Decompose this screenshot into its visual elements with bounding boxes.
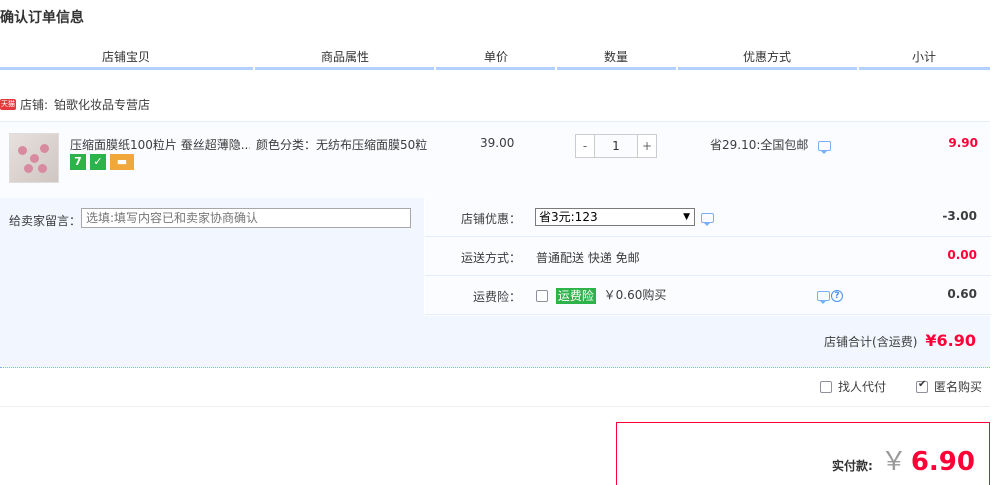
product-attribute: 颜色分类：无纺布压缩面膜50粒 (256, 138, 428, 152)
product-title-link[interactable]: 压缩面膜纸100粒片 蚕丝超薄隐... (70, 136, 250, 153)
divider (0, 406, 990, 407)
chat-bubble-icon[interactable] (818, 140, 832, 154)
shop-name-link[interactable]: 铂歌化妆品专营店 (54, 96, 150, 113)
proxy-pay-option[interactable]: 找人代付 (819, 378, 886, 395)
anonymous-label: 匿名购买 (933, 380, 982, 394)
seven-day-return-icon[interactable]: 7 (70, 154, 86, 170)
insurance-option: 运费险 ￥0.60购买 (536, 286, 666, 304)
quantity-stepper: - 1 + (575, 134, 657, 158)
coupon-label: 店铺优惠： (460, 212, 521, 226)
column-unit-price: 单价 (484, 50, 509, 64)
shipping-method: 普通配送 快递 免邮 (536, 251, 640, 265)
chat-bubble-icon[interactable] (701, 213, 714, 226)
insurance-price: ￥0.60购买 (603, 288, 667, 302)
order-options-panel: 给卖家留言： 店铺优惠： 省3元:123 ▼ -3.00 运送方式： 普通配送 … (0, 198, 991, 368)
quantity-plus-button[interactable]: + (637, 134, 657, 158)
dropdown-arrow-icon: ▼ (683, 212, 690, 222)
product-thumbnail[interactable] (9, 133, 59, 183)
insurance-row: 运费险： 运费险 ￥0.60购买 ? 0.60 (425, 276, 991, 315)
memo-label: 给卖家留言： (9, 214, 82, 228)
order-item-row: 压缩面膜纸100粒片 蚕丝超薄隐... 7 ✓ ▬ 颜色分类：无纺布压缩面膜50… (0, 121, 990, 198)
insurance-tag: 运费险 (555, 287, 596, 304)
insurance-amount: 0.60 (947, 287, 977, 301)
column-attributes: 商品属性 (321, 50, 370, 64)
shipping-row: 运送方式： 普通配送 快递 免邮 0.00 (425, 237, 991, 276)
shop-total-label: 店铺合计(含运费) (824, 335, 918, 349)
proxy-pay-label: 找人代付 (837, 380, 886, 394)
shop-total: 店铺合计(含运费) ¥6.90 (824, 331, 976, 350)
payment-summary: 实付款: ￥ 6.90 (616, 422, 990, 485)
payment-label: 实付款: (832, 459, 873, 473)
shipping-label: 运送方式： (460, 251, 521, 265)
column-shop-items: 店铺宝贝 (102, 50, 151, 64)
credit-card-icon[interactable]: ▬ (110, 154, 134, 170)
shop-header: 天猫 店铺: 铂歌化妆品专营店 (0, 92, 150, 116)
column-quantity: 数量 (604, 50, 629, 64)
shop-label: 店铺: (20, 97, 49, 112)
shop-options: 店铺优惠： 省3元:123 ▼ -3.00 运送方式： 普通配送 快递 免邮 0… (424, 198, 991, 316)
item-subtotal: 9.90 (948, 136, 978, 150)
payment-amount: 6.90 (910, 447, 975, 477)
coupon-selected-value: 省3元:123 (539, 210, 598, 224)
shop-total-value: ¥6.90 (925, 331, 976, 350)
memo-input[interactable] (81, 208, 411, 228)
column-header: 店铺宝贝 商品属性 单价 数量 优惠方式 小计 (0, 46, 990, 70)
proxy-pay-checkbox[interactable] (819, 380, 832, 393)
unit-price: 39.00 (480, 136, 515, 150)
quantity-minus-button[interactable]: - (575, 134, 595, 158)
insurance-checkbox[interactable] (536, 289, 548, 302)
discount-text: 省29.10:全国包邮 (710, 138, 809, 152)
discount-info: 省29.10:全国包邮 (710, 136, 832, 154)
coupon-select[interactable]: 省3元:123 ▼ (535, 208, 695, 226)
insurance-label: 运费险： (472, 290, 521, 304)
currency-symbol: ￥ (880, 447, 907, 477)
tmall-icon: 天猫 (0, 98, 16, 110)
anonymous-checkbox[interactable] (915, 379, 928, 393)
extra-options: 找人代付 匿名购买 (790, 378, 982, 395)
shipping-amount: 0.00 (947, 248, 977, 262)
coupon-amount: -3.00 (942, 209, 977, 223)
coupon-row: 店铺优惠： 省3元:123 ▼ -3.00 (425, 198, 991, 237)
page-title: 确认订单信息 (0, 10, 84, 26)
column-discount: 优惠方式 (743, 50, 792, 64)
guarantee-icon[interactable]: ✓ (90, 154, 106, 170)
quantity-input[interactable]: 1 (595, 134, 637, 158)
anonymous-option[interactable]: 匿名购买 (915, 378, 982, 395)
chat-bubble-icon[interactable] (817, 291, 830, 304)
help-icon[interactable]: ? (831, 290, 843, 302)
payment-line: 实付款: ￥ 6.90 (832, 441, 975, 478)
column-subtotal: 小计 (912, 50, 937, 64)
